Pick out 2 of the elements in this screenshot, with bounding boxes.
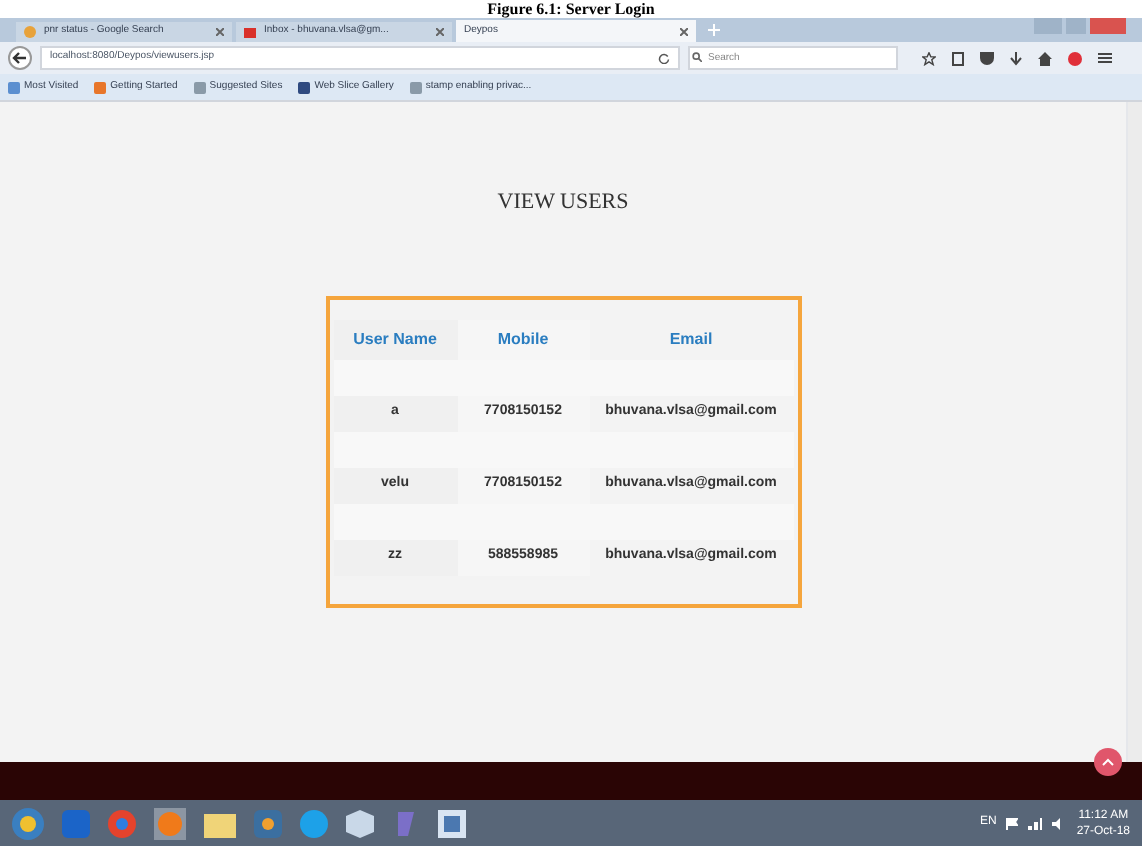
figure-caption: Figure 6.1: Server Login: [487, 0, 655, 18]
page-heading: VIEW USERS: [497, 188, 629, 218]
